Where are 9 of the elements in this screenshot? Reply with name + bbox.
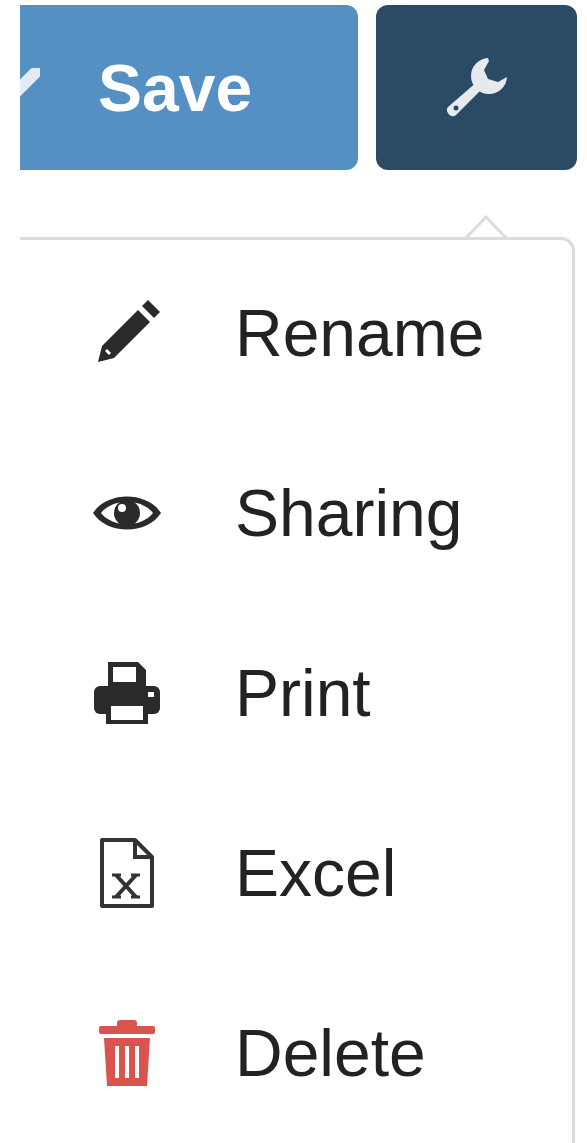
menu-item[interactable]: Print (235, 655, 371, 731)
trash-icon (99, 1020, 155, 1086)
menu-item[interactable]: Delete (235, 1015, 426, 1091)
menu-item[interactable]: Sharing (235, 475, 463, 551)
spreadsheet-file-icon (99, 837, 155, 909)
settings-button[interactable] (376, 5, 577, 170)
printer-icon (92, 660, 162, 726)
menu-item[interactable]: Excel (235, 835, 397, 911)
menu-item[interactable]: Rename (235, 295, 485, 371)
